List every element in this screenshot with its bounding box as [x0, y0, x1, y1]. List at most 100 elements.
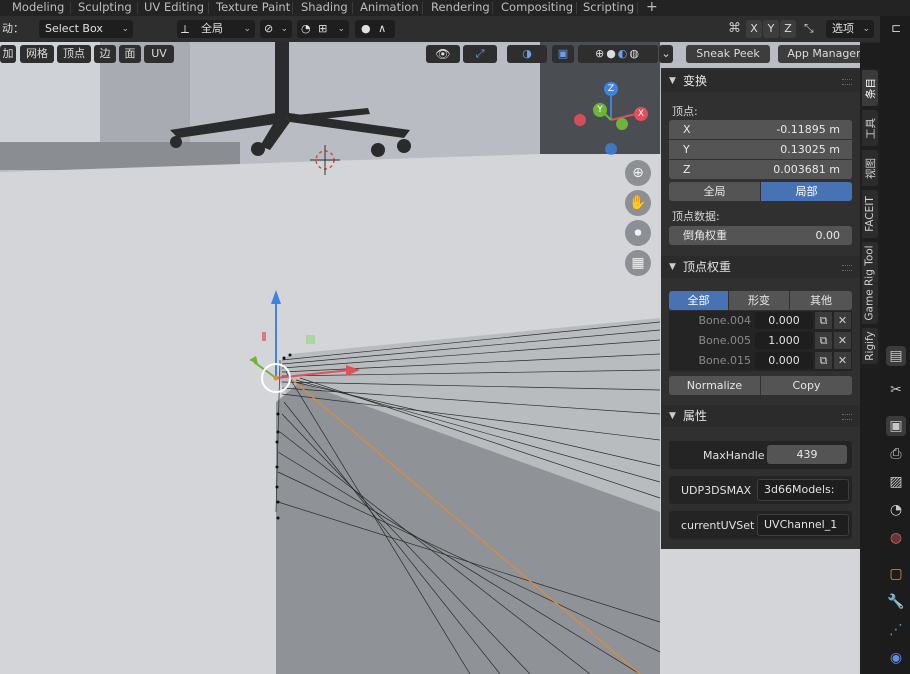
space-global-toggle[interactable]: 全局 — [669, 182, 760, 201]
drag-grip-icon[interactable] — [842, 265, 852, 271]
bone-weight-field[interactable]: 0.000 — [755, 312, 813, 329]
triangle-down-icon: ▼ — [669, 411, 676, 421]
vertex-weights-panel-header[interactable]: ▼ 顶点权重 — [661, 256, 860, 278]
xray-toggle[interactable]: ▣ — [552, 45, 574, 63]
proportional-editing-dropdown[interactable]: ● ∧ — [355, 20, 395, 38]
modifier-wrench-icon[interactable]: 🔧 — [886, 592, 906, 612]
vertex-z-field[interactable]: Z 0.003681 m — [669, 160, 852, 179]
gizmo-z-label[interactable]: Z — [604, 82, 618, 96]
delete-x-icon[interactable]: ✕ — [834, 332, 851, 349]
editor-type-dropdown-icon[interactable]: ▤ — [886, 346, 906, 366]
particles-icon[interactable]: ⋰ — [886, 620, 906, 640]
tab-rendering[interactable]: Rendering — [427, 0, 494, 16]
tab-item[interactable]: 条目 — [862, 70, 878, 106]
copy-button[interactable]: Copy — [761, 376, 852, 395]
tab-texture-paint[interactable]: Texture Paint — [212, 0, 294, 16]
tab-game-rig-tool[interactable]: Game Rig Tool — [862, 242, 878, 324]
tab-view-label: 视图 — [864, 157, 877, 179]
add-workspace-button[interactable]: + — [642, 0, 662, 16]
pivot-point-dropdown[interactable]: ⊘ ⌄ — [260, 20, 292, 38]
scene-icon[interactable]: ◔ — [886, 500, 906, 520]
gizmo-y-label[interactable]: Y — [593, 103, 607, 117]
udp3dsmax-input[interactable]: 3d66Models: ... — [757, 479, 849, 516]
navigation-gizmo[interactable] — [568, 75, 668, 175]
tab-faceit[interactable]: FACEIT — [862, 190, 878, 238]
filter-all-toggle[interactable]: 全部 — [669, 291, 728, 310]
tab-compositing[interactable]: Compositing — [497, 0, 577, 16]
visibility-dropdown[interactable]: 👁 — [426, 45, 460, 63]
menu-vertex[interactable]: 顶点 — [57, 45, 91, 63]
object-icon[interactable]: ▢ — [886, 564, 906, 584]
tab-tool[interactable]: 工具 — [862, 110, 878, 146]
bevel-weight-field[interactable]: 倒角权重 0.00 — [669, 226, 852, 245]
transform-panel-header[interactable]: ▼ 变换 — [661, 70, 860, 92]
vertex-y-field[interactable]: Y 0.13025 m — [669, 140, 852, 159]
current-uvset-row: currentUVSet UVChannel_1 — [669, 511, 852, 539]
sneak-peek-button[interactable]: Sneak Peek — [686, 45, 770, 63]
overlays-toggle[interactable]: ◑ — [507, 45, 547, 63]
gizmo-x-label[interactable]: X — [634, 107, 648, 121]
filter-deform-toggle[interactable]: 形变 — [729, 291, 789, 310]
delete-x-icon[interactable]: ✕ — [834, 352, 851, 369]
mirror-y-toggle[interactable]: Y — [763, 20, 779, 38]
options-dropdown[interactable]: 选项 ⌄ — [826, 20, 874, 38]
triangle-down-icon: ▼ — [669, 262, 676, 272]
filter-other-toggle[interactable]: 其他 — [790, 291, 852, 310]
bevel-weight-label: 倒角权重 — [683, 229, 727, 242]
tab-animation[interactable]: Animation — [356, 0, 423, 16]
bone-name[interactable]: Bone.005 — [669, 331, 753, 350]
drag-grip-icon[interactable] — [842, 414, 852, 420]
tab-scripting[interactable]: Scripting — [579, 0, 638, 16]
bone-weight-field[interactable]: 0.000 — [755, 352, 813, 369]
perspective-grid-icon[interactable]: ▦ — [625, 250, 651, 276]
transform-orientation-dropdown[interactable]: ⟂ 全局 ⌄ — [177, 20, 255, 38]
bone-name[interactable]: Bone.004 — [669, 311, 753, 330]
render-icon[interactable]: ▣ — [886, 416, 906, 436]
chevron-down-icon: ⌄ — [862, 24, 870, 34]
world-icon[interactable]: ◍ — [886, 528, 906, 548]
current-uvset-input[interactable]: UVChannel_1 — [757, 514, 849, 536]
paste-icon[interactable]: ⧉ — [815, 332, 832, 349]
editor-type-icon[interactable]: ⊏ — [886, 18, 906, 38]
paste-icon[interactable]: ⧉ — [815, 312, 832, 329]
vertex-x-field[interactable]: X -0.11895 m — [669, 120, 852, 139]
mirror-x-toggle[interactable]: X — [746, 20, 762, 38]
mirror-z-toggle[interactable]: Z — [780, 20, 796, 38]
tab-modeling[interactable]: Modeling — [8, 0, 68, 16]
zoom-icon[interactable]: ⊕ — [625, 160, 651, 186]
bone-name[interactable]: Bone.015 — [669, 351, 753, 370]
camera-icon[interactable]: ⏺ — [625, 220, 651, 246]
mirror-icon[interactable]: ⌘ — [728, 21, 741, 36]
pan-hand-icon[interactable]: ✋ — [625, 190, 651, 216]
shading-options-dropdown[interactable]: ⌄ — [659, 45, 673, 63]
space-local-toggle[interactable]: 局部 — [761, 182, 852, 201]
menu-uv[interactable]: UV — [144, 45, 174, 63]
menu-edge[interactable]: 边 — [94, 45, 116, 63]
tab-sculpting[interactable]: Sculpting — [74, 0, 136, 16]
maxhandle-field[interactable]: 439 — [767, 445, 847, 464]
tab-uv-editing[interactable]: UV Editing — [140, 0, 208, 16]
normalize-button[interactable]: Normalize — [669, 376, 760, 395]
gizmo-toggle[interactable]: ⤢ — [463, 45, 497, 63]
view-layer-icon[interactable]: ▨ — [886, 472, 906, 492]
tab-rigify[interactable]: Rigify — [862, 328, 878, 364]
triangle-down-icon: ▼ — [669, 76, 676, 86]
shading-mode-buttons[interactable]: ⊕●◐◍ — [578, 45, 658, 63]
menu-face[interactable]: 面 — [119, 45, 141, 63]
select-tool-dropdown[interactable]: Select Box ⌄ — [39, 20, 133, 38]
tool-icon[interactable]: ✂ — [886, 380, 906, 400]
snapping-dropdown[interactable]: ◔ ⊞ ⌄ — [297, 20, 349, 38]
app-manager-button[interactable]: App Manager — [778, 45, 860, 63]
physics-icon[interactable]: ◉ — [886, 648, 906, 668]
drag-grip-icon[interactable] — [842, 79, 852, 85]
tab-view[interactable]: 视图 — [862, 150, 878, 186]
bone-weight-field[interactable]: 1.000 — [755, 332, 813, 349]
delete-x-icon[interactable]: ✕ — [834, 312, 851, 329]
topology-mirror-icon[interactable]: ⤡ — [804, 21, 814, 36]
menu-add[interactable]: 加 — [0, 45, 16, 63]
tab-shading[interactable]: Shading — [297, 0, 352, 16]
output-icon[interactable]: ⎙ — [886, 444, 906, 464]
properties-panel-header[interactable]: ▼ 属性 — [661, 405, 860, 427]
paste-icon[interactable]: ⧉ — [815, 352, 832, 369]
menu-mesh[interactable]: 网格 — [20, 45, 54, 63]
